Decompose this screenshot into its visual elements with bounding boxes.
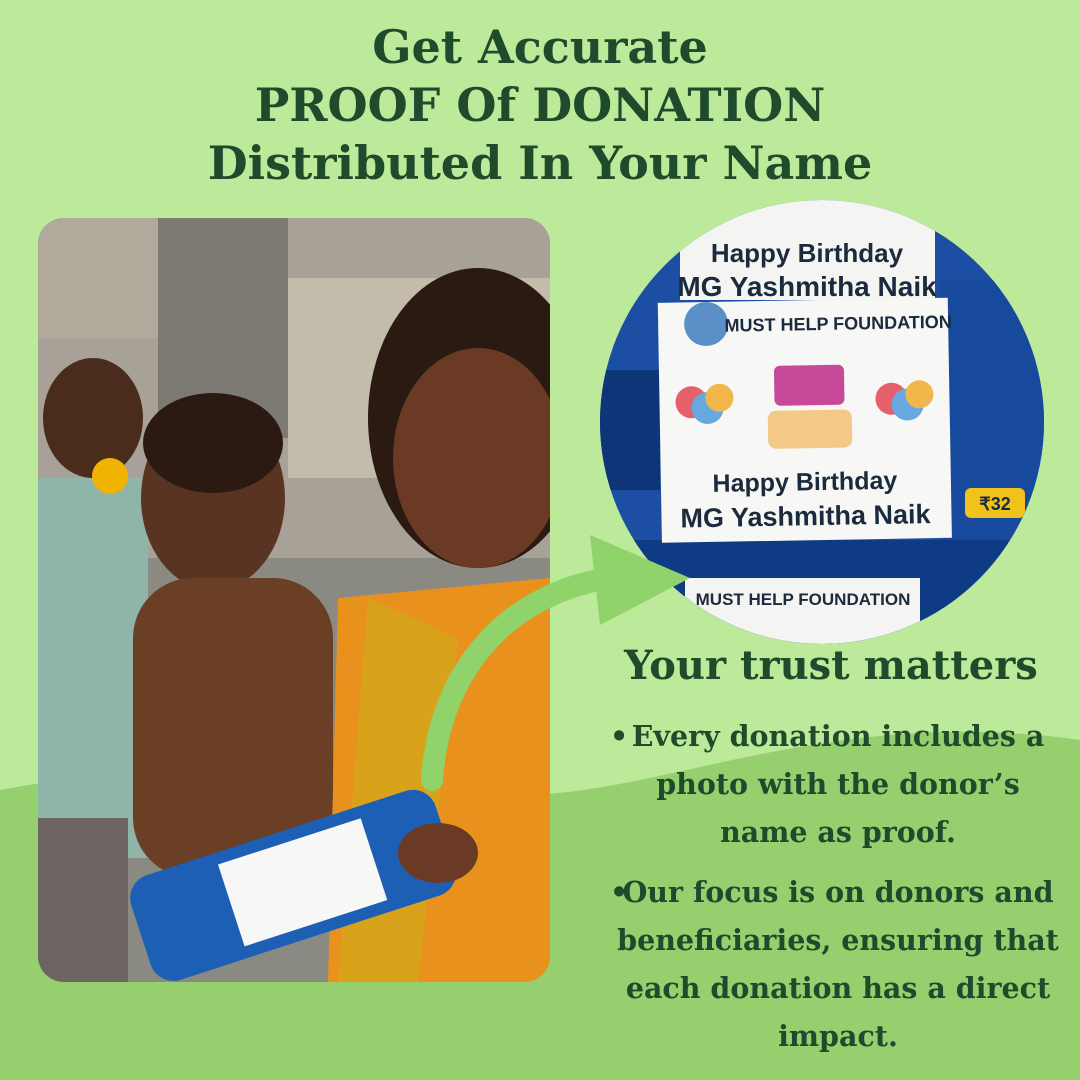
bullet-icon: • [610,875,629,909]
headline: Get Accurate PROOF Of DONATION Distribut… [0,18,1080,192]
list-item: • Our focus is on donors and beneficiari… [590,868,1060,1060]
list-item: • Every donation includes a photo with t… [590,712,1060,856]
closeup-bottom-foundation: MUST HELP FOUNDATION [696,590,911,609]
trust-bullet-list: • Every donation includes a photo with t… [590,712,1060,1072]
trust-section-title: Your trust matters [624,642,1038,689]
closeup-greeting: Happy Birthday [712,467,897,498]
proof-label-closeup: Happy Birthday MG Yashmitha Naik MUST HE… [600,200,1044,644]
donation-photo [38,218,550,982]
closeup-top-donor-name: MG Yashmitha Naik [677,271,937,302]
headline-line-3: Distributed In Your Name [207,136,873,190]
headline-line-1: Get Accurate [372,20,708,74]
closeup-top-greeting: Happy Birthday [711,238,904,268]
headline-line-2: PROOF Of DONATION [254,78,826,132]
closeup-donor-name: MG Yashmitha Naik [680,499,932,533]
closeup-price-tag: ₹32 [979,494,1010,514]
trust-bullet-2: Our focus is on donors and beneficiaries… [617,875,1059,1053]
closeup-foundation-name: MUST HELP FOUNDATION [724,312,952,336]
bullet-icon: • [610,719,629,753]
trust-bullet-1: Every donation includes a photo with the… [631,719,1045,849]
